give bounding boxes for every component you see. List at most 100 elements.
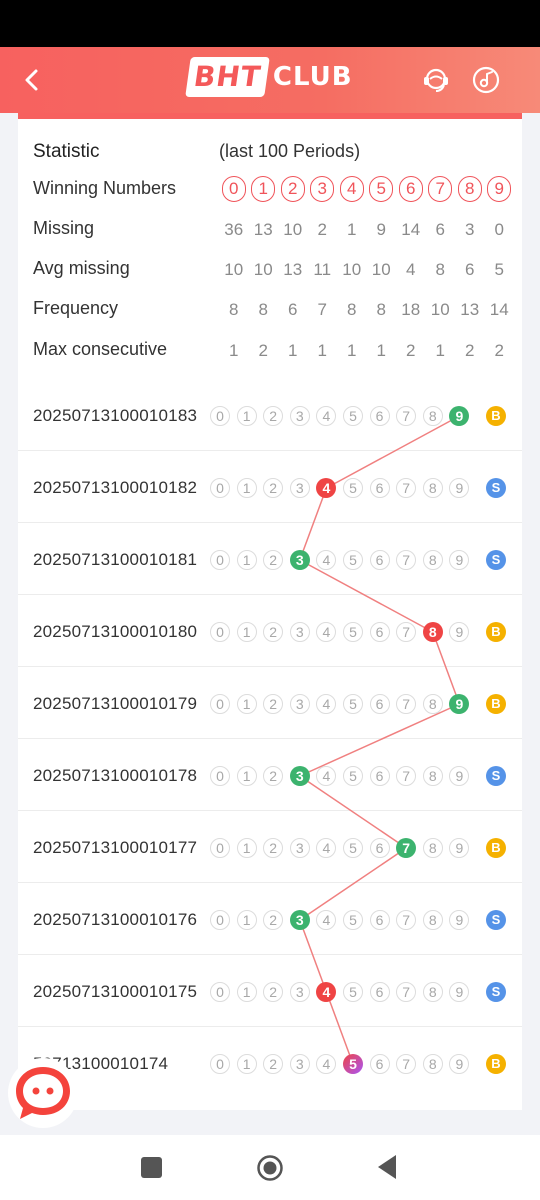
digit-ball: 6 [369,982,390,1002]
winning-digit-ball: 3 [289,766,310,786]
logo-club-text: CLUB [272,62,353,92]
digit-ball: 9 [449,910,470,930]
history-row: 20250713100010177 0 1 2 3 4 5 6 7 8 9 B [18,811,522,883]
chat-icon[interactable] [8,1058,78,1128]
recents-icon[interactable] [141,1157,162,1178]
max-consecutive-value: 1 [288,341,298,360]
max-consecutive-value: 1 [376,341,386,360]
period-number: 20250713100010182 [33,478,198,497]
back-icon[interactable] [376,1154,398,1180]
digit-balls: 0123456789 [210,982,476,1002]
back-arrow-icon[interactable] [16,63,50,97]
digit-ball: 0 [210,982,230,1002]
digit-ball: 4 [316,622,337,642]
period-number: 20250713100010175 [33,982,198,1001]
avg-missing-row: 10 10 13 11 10 10 4 8 6 5 [219,260,514,280]
digit-ball: 4 [316,694,337,714]
winning-digit-ball: 8 [422,622,443,642]
support-agent-icon[interactable] [420,64,452,96]
statistic-subtitle: (last 100 Periods) [219,141,361,161]
history-row: 20250713100010180 0 1 2 3 4 5 6 7 8 9 B [18,595,522,667]
digit-ball: 9 [449,478,470,498]
digit-ball: 0 [210,622,230,642]
winning-number: 1 [251,176,276,202]
missing-value: 36 [224,220,244,239]
digit-ball: 8 [422,550,443,570]
music-icon[interactable] [470,64,502,96]
digit-ball: 1 [236,838,257,858]
digit-balls: 0123456789 [210,406,476,426]
digit-ball: 9 [449,1054,470,1074]
max-consecutive-value: 2 [258,341,268,360]
history-list: 20250713100010183 0 1 2 3 4 5 6 7 8 9 B 202507131000… [18,379,522,1099]
max-consecutive-value: 2 [406,341,416,360]
winning-number: 6 [398,176,423,202]
period-number: 20250713100010180 [33,622,198,641]
digit-ball: 6 [369,478,390,498]
missing-value: 14 [401,220,421,239]
frequency-value: 8 [376,300,386,319]
system-nav-bar [0,1135,540,1200]
size-badge: B [486,622,506,642]
history-row: 20250713100010178 0 1 2 3 4 5 6 7 8 9 S [18,739,522,811]
digit-ball: 2 [263,838,284,858]
winning-number: 3 [310,176,335,202]
digit-ball: 9 [449,550,470,570]
winning-digit-ball: 4 [316,982,337,1002]
digit-ball: 6 [369,406,390,426]
digit-ball: 7 [396,910,417,930]
winning-digit-ball: 3 [289,550,310,570]
size-badge: S [486,766,506,786]
period-number: 20250713100010178 [33,766,198,785]
digit-ball: 4 [316,910,337,930]
missing-label: Missing [33,218,95,238]
digit-ball: 1 [236,694,257,714]
winning-digit-ball: 9 [449,694,470,714]
missing-value: 9 [376,220,386,239]
missing-row: 36 13 10 2 1 9 14 6 3 0 [219,220,514,240]
history-row: 50713100010174 0 1 2 3 4 5 6 7 8 9 B [18,1027,522,1099]
digit-ball: 4 [316,406,337,426]
size-badge: B [486,1054,506,1074]
winning-digit-ball: 4 [316,478,337,498]
missing-value: 10 [283,220,303,239]
frequency-value: 18 [401,300,421,319]
home-icon[interactable] [256,1154,284,1182]
period-number: 20250713100010179 [33,694,198,713]
max-consecutive-value: 1 [435,341,445,360]
digit-ball: 3 [289,1054,310,1074]
digit-ball: 9 [449,766,470,786]
history-row: 20250713100010179 0 1 2 3 4 5 6 7 8 9 B [18,667,522,739]
digit-ball: 2 [263,910,284,930]
missing-value: 2 [317,220,327,239]
digit-ball: 6 [369,766,390,786]
card-accent-bar [18,113,522,119]
digit-ball: 8 [422,766,443,786]
missing-value: 0 [494,220,504,239]
period-number: 20250713100010183 [33,406,198,425]
period-number: 20250713100010177 [33,838,198,857]
digit-ball: 7 [396,550,417,570]
digit-ball: 5 [342,838,363,858]
digit-balls: 0123456789 [210,838,476,858]
winning-number: 8 [457,176,482,202]
frequency-value: 6 [288,300,298,319]
digit-ball: 0 [210,406,230,426]
avg-missing-value: 10 [342,260,362,279]
digit-ball: 4 [316,550,337,570]
avg-missing-value: 6 [465,260,475,279]
history-row: 20250713100010182 0 1 2 3 4 5 6 7 8 9 S [18,451,522,523]
winning-digit-ball: 3 [289,910,310,930]
avg-missing-value: 11 [313,260,332,279]
digit-ball: 3 [289,982,310,1002]
size-badge: S [486,982,506,1002]
history-row: 20250713100010183 0 1 2 3 4 5 6 7 8 9 B [18,379,522,451]
brand-logo: BHT CLUB [185,57,353,97]
status-bar [0,0,540,47]
digit-ball: 0 [210,1054,230,1074]
winning-number: 7 [428,176,453,202]
missing-value: 6 [435,220,445,239]
period-number: 20250713100010176 [33,910,198,929]
frequency-value: 13 [460,300,480,319]
avg-missing-value: 10 [371,260,391,279]
